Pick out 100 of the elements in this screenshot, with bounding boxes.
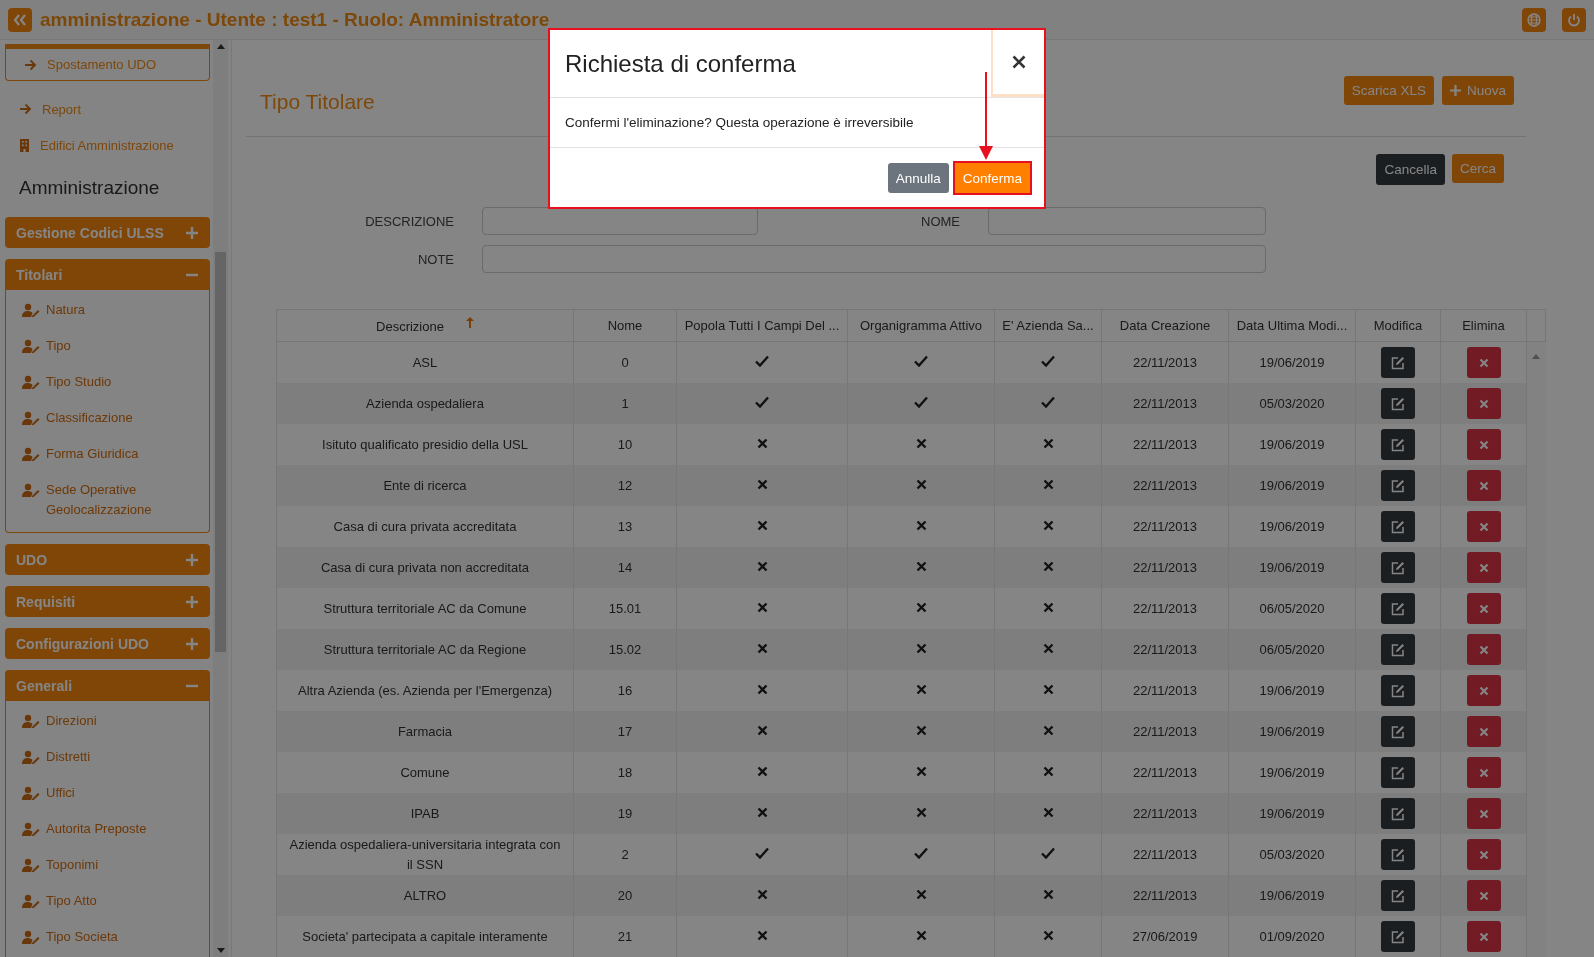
text-field[interactable] (988, 207, 1266, 235)
close-icon (1478, 644, 1489, 655)
text-field[interactable] (482, 245, 1266, 273)
user-edit-icon (22, 786, 40, 800)
plus-icon (186, 226, 198, 239)
edit-button[interactable] (1381, 921, 1415, 952)
menu-item[interactable]: Uffici (24, 775, 209, 811)
edit-button[interactable] (1381, 552, 1415, 583)
delete-button[interactable] (1466, 921, 1501, 952)
menu-item[interactable]: Classificazione (24, 400, 209, 436)
menu-group-header[interactable]: Configurazioni UDO (5, 628, 210, 659)
cross-icon (1042, 724, 1054, 736)
clear-button[interactable]: Cancella (1376, 154, 1445, 185)
edit-icon (1391, 724, 1405, 739)
edit-icon (1391, 560, 1405, 575)
delete-button[interactable] (1466, 511, 1501, 542)
cross-icon (1042, 683, 1054, 695)
menu-item[interactable]: Forma Giuridica (24, 436, 209, 472)
menu-item[interactable]: Tipo Atto (24, 883, 209, 919)
table-cell: 15.02 (573, 629, 677, 670)
cross-icon (1042, 642, 1054, 654)
logout-button[interactable] (1562, 7, 1586, 32)
menu-link[interactable]: Edifici Amministrazione (5, 127, 210, 163)
close-icon (1011, 55, 1026, 69)
table-cell: 19/06/2019 (1228, 547, 1356, 588)
check-icon (1041, 354, 1055, 367)
menu-item[interactable]: Distretti (24, 739, 209, 775)
edit-button[interactable] (1381, 880, 1415, 911)
cancel-button[interactable]: Annulla (887, 163, 949, 193)
table-cell: 12 (573, 465, 677, 506)
column-header[interactable]: Organigramma Attivo (847, 309, 995, 342)
edit-button[interactable] (1381, 347, 1415, 378)
edit-button[interactable] (1381, 511, 1415, 542)
text-field[interactable] (482, 207, 758, 235)
delete-button[interactable] (1466, 388, 1501, 419)
menu-link[interactable]: Spostamento UDO (24, 57, 209, 72)
edit-icon (1391, 888, 1405, 903)
table-cell: 05/03/2020 (1228, 383, 1356, 424)
edit-button[interactable] (1381, 429, 1415, 460)
check-icon (755, 395, 769, 408)
search-button[interactable]: Cerca (1452, 154, 1504, 183)
delete-button[interactable] (1466, 552, 1501, 583)
delete-button[interactable] (1466, 675, 1501, 706)
delete-button[interactable] (1466, 757, 1501, 788)
menu-item[interactable]: Tipo Societa (24, 919, 209, 955)
collapse-menu-button[interactable] (8, 7, 32, 32)
edit-button[interactable] (1381, 839, 1415, 870)
menu-group-header[interactable]: Generali (5, 670, 210, 701)
edit-button[interactable] (1381, 716, 1415, 747)
edit-button[interactable] (1381, 757, 1415, 788)
column-header[interactable]: Descrizione (276, 309, 574, 342)
confirm-button[interactable]: Conferma (954, 163, 1030, 193)
delete-button[interactable] (1466, 593, 1501, 624)
edit-button[interactable] (1381, 675, 1415, 706)
menu-group-header[interactable]: UDO (5, 544, 210, 575)
column-header[interactable]: Data Creazione (1101, 309, 1229, 342)
column-header[interactable]: Modifica (1355, 309, 1441, 342)
edit-icon (1391, 396, 1405, 411)
edit-button[interactable] (1381, 470, 1415, 501)
edit-button[interactable] (1381, 634, 1415, 665)
delete-button[interactable] (1466, 634, 1501, 665)
delete-button[interactable] (1466, 798, 1501, 829)
menu-item[interactable]: Toponimi (24, 847, 209, 883)
field-label: NOTE (416, 251, 455, 267)
edit-button[interactable] (1381, 593, 1415, 624)
menu-item[interactable]: Autorita Preposte (24, 811, 209, 847)
plus-icon (186, 553, 198, 566)
cross-icon (915, 683, 927, 695)
edit-button[interactable] (1381, 798, 1415, 829)
column-header[interactable]: E' Azienda Sa... (994, 309, 1102, 342)
export-button[interactable]: Scarica XLS (1343, 75, 1434, 105)
delete-button[interactable] (1466, 347, 1501, 378)
plus-icon (186, 637, 198, 650)
delete-button[interactable] (1466, 470, 1501, 501)
column-header[interactable]: Popola Tutti I Campi Del ... (676, 309, 848, 342)
menu-group-header[interactable]: Titolari (5, 259, 210, 290)
menu-group-header[interactable]: Requisiti (5, 586, 210, 617)
menu-group-header[interactable]: Gestione Codici ULSS (5, 217, 210, 248)
menu-link[interactable]: Report (5, 91, 210, 127)
menu-item[interactable]: Sede Operative Geolocalizzazione (24, 472, 209, 528)
menu-item[interactable]: Tipo (24, 328, 209, 364)
close-button[interactable] (991, 30, 1044, 97)
column-header[interactable]: Elimina (1440, 309, 1527, 342)
close-icon (1478, 521, 1489, 532)
column-header[interactable]: Nome (573, 309, 677, 342)
delete-button[interactable] (1466, 429, 1501, 460)
delete-button[interactable] (1466, 839, 1501, 870)
column-header[interactable]: Data Ultima Modi... (1228, 309, 1356, 342)
table-cell: 14 (573, 547, 677, 588)
scrollbar[interactable] (213, 40, 228, 957)
new-button[interactable]: Nuova (1441, 75, 1514, 105)
delete-button[interactable] (1466, 716, 1501, 747)
delete-button[interactable] (1466, 880, 1501, 911)
menu-item[interactable]: Tipo Studio (24, 364, 209, 400)
menu-item[interactable]: Natura (24, 292, 209, 328)
scroll-up-icon (216, 44, 225, 49)
table-cell: 19/06/2019 (1228, 793, 1356, 834)
language-button[interactable] (1522, 7, 1546, 32)
menu-item[interactable]: Direzioni (24, 703, 209, 739)
edit-button[interactable] (1381, 388, 1415, 419)
